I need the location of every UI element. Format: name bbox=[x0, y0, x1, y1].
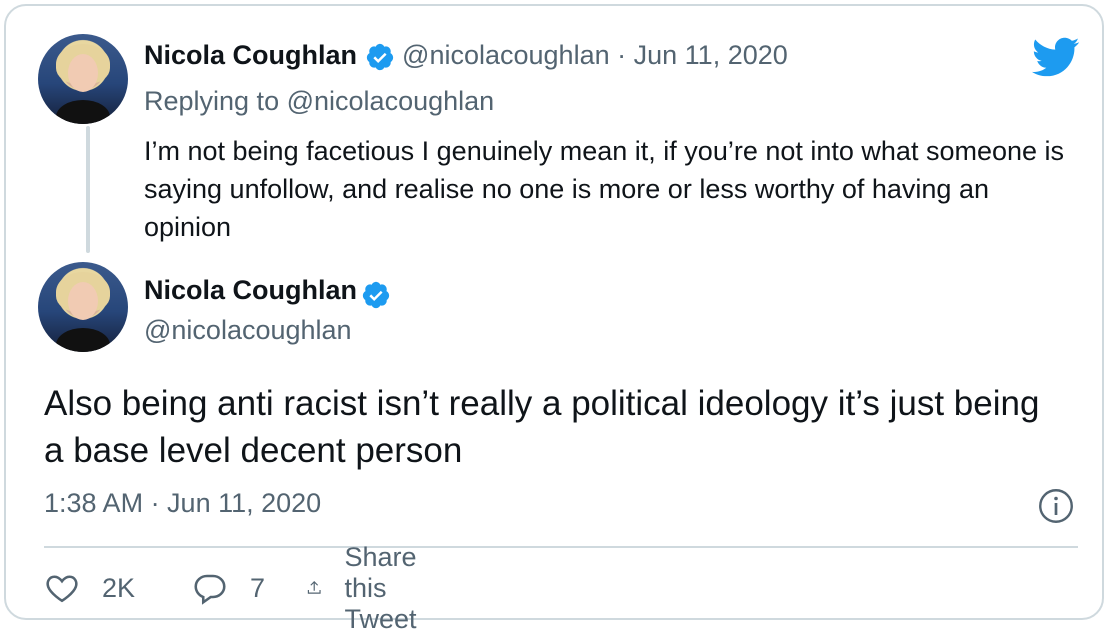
heart-icon bbox=[46, 575, 78, 603]
author-name[interactable]: Nicola Coughlan bbox=[144, 275, 357, 305]
main-tweet-author: Nicola Coughlan bbox=[144, 275, 391, 310]
verified-badge-icon bbox=[363, 281, 390, 308]
share-button[interactable]: Share this Tweet bbox=[306, 542, 436, 634]
info-icon[interactable] bbox=[1038, 488, 1074, 524]
tweet-embed-card: Nicola Coughlan @nicolacoughlan · Jun 11… bbox=[4, 4, 1104, 634]
main-tweet-text: Also being anti racist isn’t really a po… bbox=[44, 384, 1040, 470]
like-count: 2K bbox=[102, 572, 136, 603]
thread-connector-line bbox=[86, 126, 90, 253]
original-tweet-header: Nicola Coughlan @nicolacoughlan · Jun 11… bbox=[144, 40, 788, 72]
replying-to-handle[interactable]: @nicolacoughlan bbox=[287, 86, 495, 116]
avatar[interactable] bbox=[38, 34, 128, 124]
original-tweet-text: I’m not being facetious I genuinely mean… bbox=[144, 136, 1065, 242]
avatar[interactable] bbox=[38, 262, 128, 352]
divider bbox=[44, 546, 1078, 548]
reply-icon bbox=[194, 574, 226, 605]
share-label: Share this Tweet bbox=[344, 541, 417, 634]
tweet-date[interactable]: Jun 11, 2020 bbox=[634, 40, 788, 70]
share-icon bbox=[307, 581, 321, 594]
author-handle[interactable]: @nicolacoughlan bbox=[144, 315, 352, 346]
author-name[interactable]: Nicola Coughlan bbox=[144, 40, 357, 70]
replying-to: Replying to @nicolacoughlan bbox=[144, 86, 495, 116]
tweet-timestamp[interactable]: 1:38 AM · Jun 11, 2020 bbox=[44, 488, 321, 519]
verified-badge-icon bbox=[366, 43, 393, 70]
twitter-bird-icon[interactable] bbox=[1030, 36, 1080, 78]
like-button[interactable]: 2K bbox=[44, 568, 135, 608]
header-separator: · bbox=[617, 40, 627, 70]
reply-count: 7 bbox=[250, 572, 266, 603]
reply-button[interactable]: 7 bbox=[192, 568, 265, 608]
author-handle[interactable]: @nicolacoughlan bbox=[402, 40, 610, 70]
